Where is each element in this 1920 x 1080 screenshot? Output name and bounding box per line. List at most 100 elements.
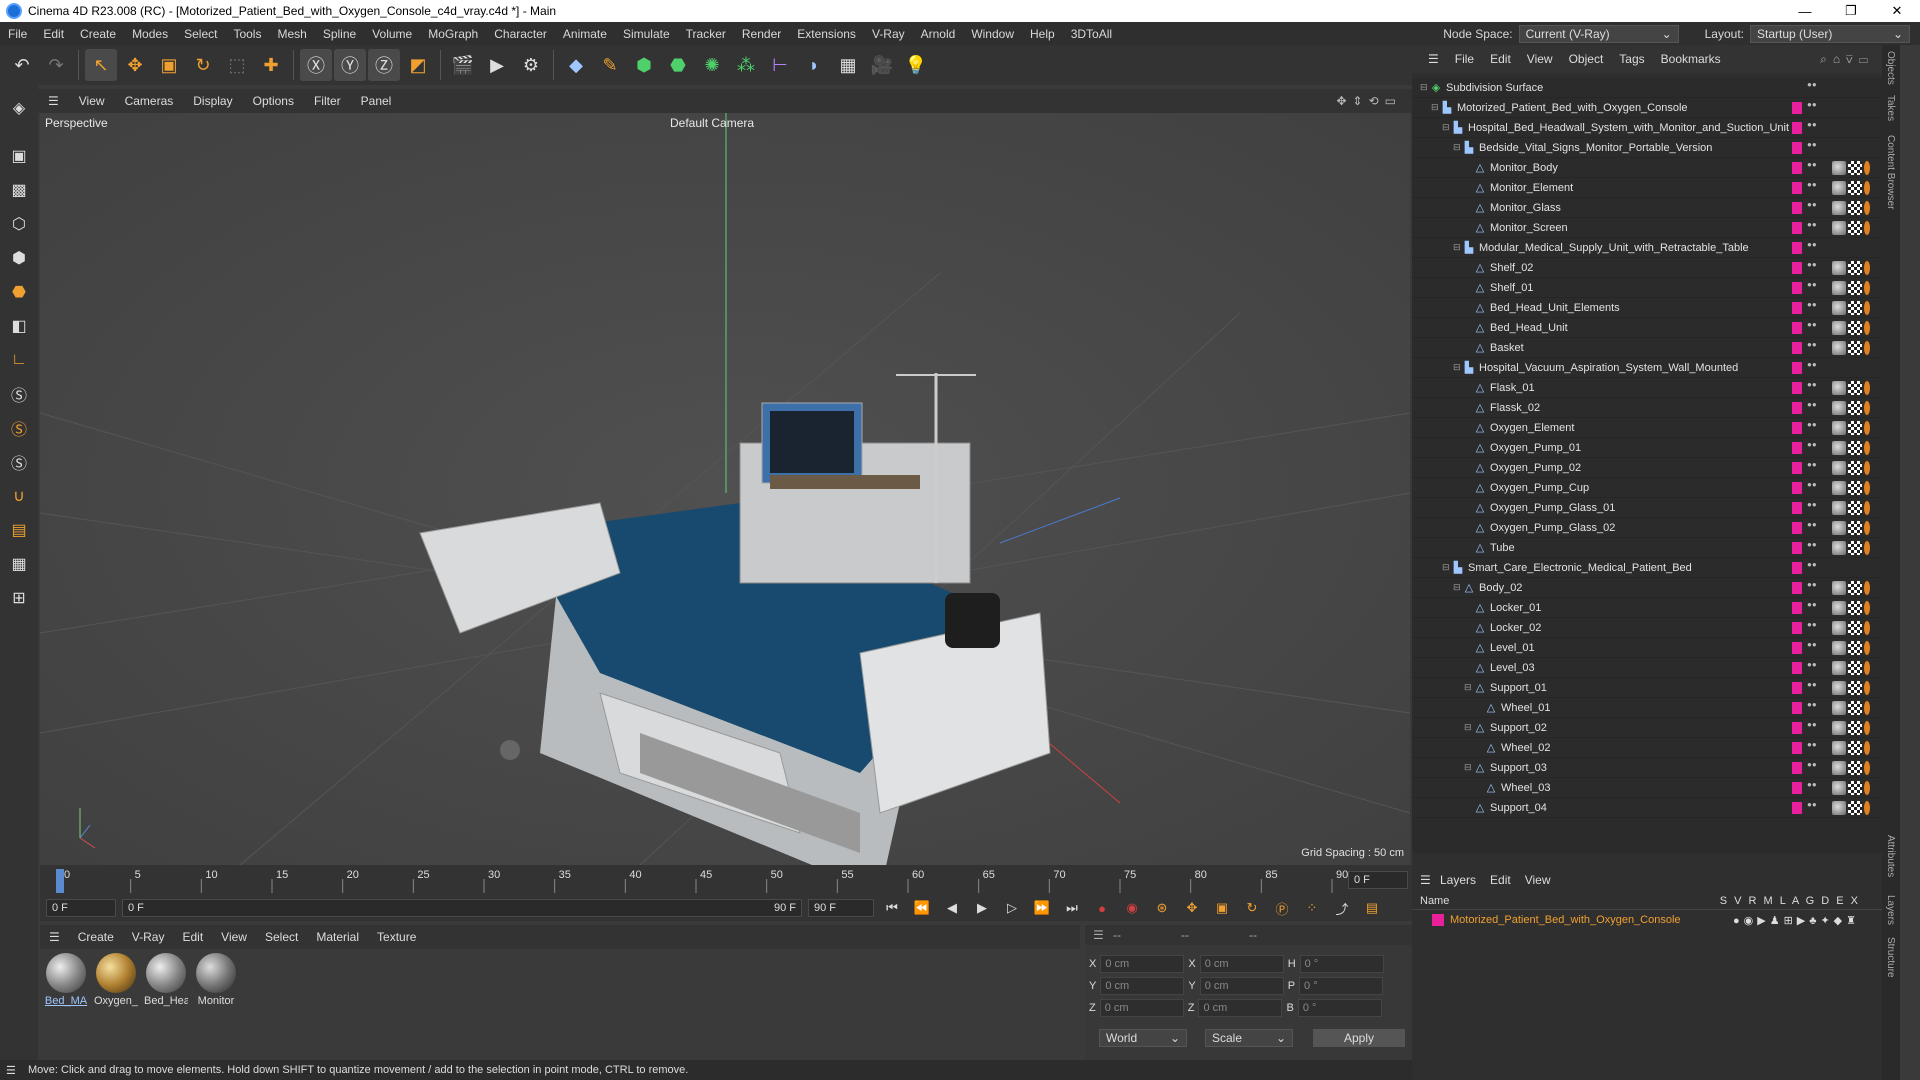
object-row[interactable]: ⊟ △ Body_02 ●● [1412, 578, 1882, 598]
uvw-tag-icon[interactable] [1848, 320, 1862, 335]
uvw-tag-icon[interactable] [1848, 380, 1862, 395]
visibility-dots-icon[interactable]: ●● [1807, 300, 1817, 314]
phong-tag-icon[interactable] [1864, 580, 1870, 595]
object-name[interactable]: Level_03 [1490, 662, 1535, 674]
layer-color-swatch[interactable] [1792, 621, 1802, 634]
menu-render[interactable]: Render [734, 27, 789, 41]
object-row[interactable]: △ Monitor_Element ●● [1412, 178, 1882, 198]
phong-tag-icon[interactable] [1864, 780, 1870, 795]
visibility-dots-icon[interactable]: ●● [1807, 320, 1817, 334]
keyframe-selection-icon[interactable]: ⊛ [1150, 897, 1174, 919]
object-row[interactable]: △ Monitor_Screen ●● [1412, 218, 1882, 238]
object-row[interactable]: △ Flassk_02 ●● [1412, 398, 1882, 418]
object-row[interactable]: △ Monitor_Glass ●● [1412, 198, 1882, 218]
phong-tag-icon[interactable] [1864, 740, 1870, 755]
object-menu-object[interactable]: Object [1561, 52, 1612, 66]
layer-color-swatch[interactable] [1792, 201, 1802, 214]
phong-tag-icon[interactable] [1864, 680, 1870, 695]
material-tag-icon[interactable] [1832, 320, 1846, 335]
3d-viewport[interactable]: Perspective Default Camera Grid Spacing … [40, 113, 1410, 865]
y-axis-lock-icon[interactable]: Ⓨ [334, 49, 366, 81]
material-tag-icon[interactable] [1832, 280, 1846, 295]
object-name[interactable]: Oxygen_Element [1490, 422, 1574, 434]
uvw-tag-icon[interactable] [1848, 220, 1862, 235]
layer-color-swatch[interactable] [1792, 741, 1802, 754]
layer-color-swatch[interactable] [1792, 261, 1802, 274]
key-pla-icon[interactable]: ⁘ [1300, 897, 1324, 919]
position-y-field[interactable]: 0 cm [1100, 977, 1185, 995]
layer-color-swatch[interactable] [1792, 421, 1802, 434]
field-icon[interactable]: ◗ [798, 49, 830, 81]
object-row[interactable]: △ Level_01 ●● [1412, 638, 1882, 658]
cloner-icon[interactable]: ✺ [696, 49, 728, 81]
object-name[interactable]: Hospital_Bed_Headwall_System_with_Monito… [1468, 122, 1789, 134]
object-row[interactable]: ⊟ ▙ Motorized_Patient_Bed_with_Oxygen_Cons… [1412, 98, 1882, 118]
menu-mesh[interactable]: Mesh [269, 27, 314, 41]
layer-menu-view[interactable]: View [1525, 873, 1551, 887]
material-tag-icon[interactable] [1832, 680, 1846, 695]
material-menu-create[interactable]: Create [69, 930, 123, 944]
visibility-dots-icon[interactable]: ●● [1807, 220, 1817, 234]
object-row[interactable]: △ Wheel_03 ●● [1412, 778, 1882, 798]
object-menu-view[interactable]: View [1519, 52, 1561, 66]
material-menu-view[interactable]: View [212, 930, 256, 944]
object-name[interactable]: Flask_01 [1490, 382, 1535, 394]
material-tag-icon[interactable] [1832, 200, 1846, 215]
visibility-dots-icon[interactable]: ●● [1807, 680, 1817, 694]
rotate-tool-icon[interactable]: ↻ [187, 49, 219, 81]
layer-color-swatch[interactable] [1792, 141, 1802, 154]
uvw-tag-icon[interactable] [1848, 340, 1862, 355]
uvw-tag-icon[interactable] [1848, 420, 1862, 435]
object-name[interactable]: Subdivision Surface [1446, 82, 1543, 94]
menu-mograph[interactable]: MoGraph [420, 27, 486, 41]
tab-content-browser[interactable]: Content Browser [1885, 135, 1896, 209]
visibility-dots-icon[interactable]: ●● [1807, 100, 1817, 114]
layer-color-swatch[interactable] [1792, 681, 1802, 694]
layer-color-swatch[interactable] [1792, 661, 1802, 674]
visibility-dots-icon[interactable]: ●● [1807, 760, 1817, 774]
phong-tag-icon[interactable] [1864, 620, 1870, 635]
expand-toggle-icon[interactable]: ⊟ [1464, 682, 1474, 693]
previous-frame-icon[interactable]: ◀ [940, 897, 964, 919]
layer-color-swatch[interactable] [1792, 721, 1802, 734]
uvw-tag-icon[interactable] [1848, 200, 1862, 215]
object-menu-bookmarks[interactable]: Bookmarks [1653, 52, 1729, 66]
phong-tag-icon[interactable] [1864, 720, 1870, 735]
material-tag-icon[interactable] [1832, 720, 1846, 735]
material-tag-icon[interactable] [1832, 300, 1846, 315]
object-name[interactable]: Monitor_Body [1490, 162, 1558, 174]
tab-structure[interactable]: Structure [1885, 937, 1896, 978]
material-tag-icon[interactable] [1832, 480, 1846, 495]
visibility-dots-icon[interactable]: ●● [1807, 80, 1817, 94]
menu-create[interactable]: Create [72, 27, 124, 41]
layer-menu-layers[interactable]: Layers [1440, 873, 1476, 887]
expand-toggle-icon[interactable]: ⊟ [1464, 722, 1474, 733]
object-name[interactable]: Hospital_Vacuum_Aspiration_System_Wall_M… [1479, 362, 1738, 374]
layer-color-swatch[interactable] [1792, 781, 1802, 794]
viewport-menu-options[interactable]: Options [243, 94, 304, 108]
object-row[interactable]: △ Shelf_02 ●● [1412, 258, 1882, 278]
phong-tag-icon[interactable] [1864, 320, 1870, 335]
uv-mode-icon[interactable]: ◧ [4, 311, 34, 341]
rotation-h-field[interactable]: 0 ° [1299, 955, 1384, 973]
visibility-dots-icon[interactable]: ●● [1807, 400, 1817, 414]
object-row[interactable]: △ Locker_02 ●● [1412, 618, 1882, 638]
layer-color-swatch[interactable] [1792, 401, 1802, 414]
uvw-tag-icon[interactable] [1848, 460, 1862, 475]
phong-tag-icon[interactable] [1864, 540, 1870, 555]
playhead[interactable] [56, 869, 64, 893]
visibility-dots-icon[interactable]: ●● [1807, 580, 1817, 594]
make-editable-icon[interactable]: ◈ [4, 93, 34, 123]
object-name[interactable]: Motorized_Patient_Bed_with_Oxygen_Consol… [1457, 102, 1688, 114]
menu-simulate[interactable]: Simulate [615, 27, 678, 41]
material-tag-icon[interactable] [1832, 600, 1846, 615]
model-mode-icon[interactable]: ▣ [4, 141, 34, 171]
expand-toggle-icon[interactable]: ⊟ [1464, 762, 1474, 773]
layer-color-swatch[interactable] [1792, 501, 1802, 514]
expand-toggle-icon[interactable]: ⊟ [1420, 82, 1430, 93]
size-z-field[interactable]: 0 cm [1198, 999, 1283, 1017]
phong-tag-icon[interactable] [1864, 480, 1870, 495]
visibility-dots-icon[interactable]: ●● [1807, 520, 1817, 534]
visibility-dots-icon[interactable]: ●● [1807, 180, 1817, 194]
maximize-button[interactable]: ❐ [1828, 0, 1874, 22]
